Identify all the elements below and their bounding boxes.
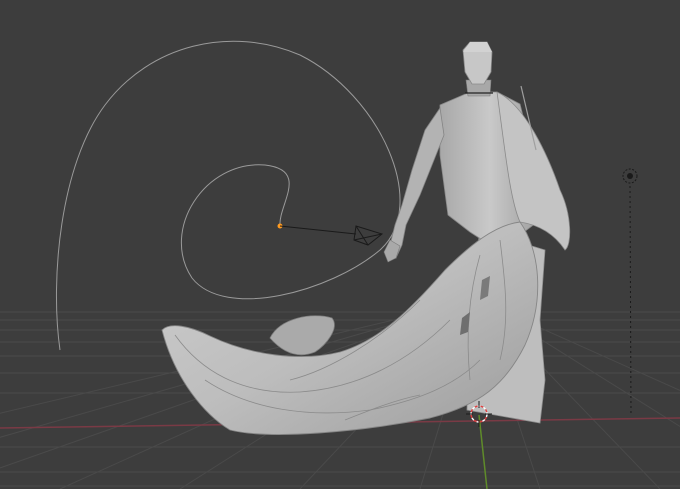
figure-mesh[interactable] bbox=[161, 41, 571, 435]
camera[interactable] bbox=[279, 225, 384, 246]
y-axis-line bbox=[478, 414, 488, 489]
light[interactable] bbox=[622, 168, 638, 416]
spiral-curve[interactable] bbox=[55, 40, 401, 351]
3d-viewport[interactable] bbox=[0, 0, 680, 489]
viewport-canvas[interactable] bbox=[0, 0, 680, 489]
